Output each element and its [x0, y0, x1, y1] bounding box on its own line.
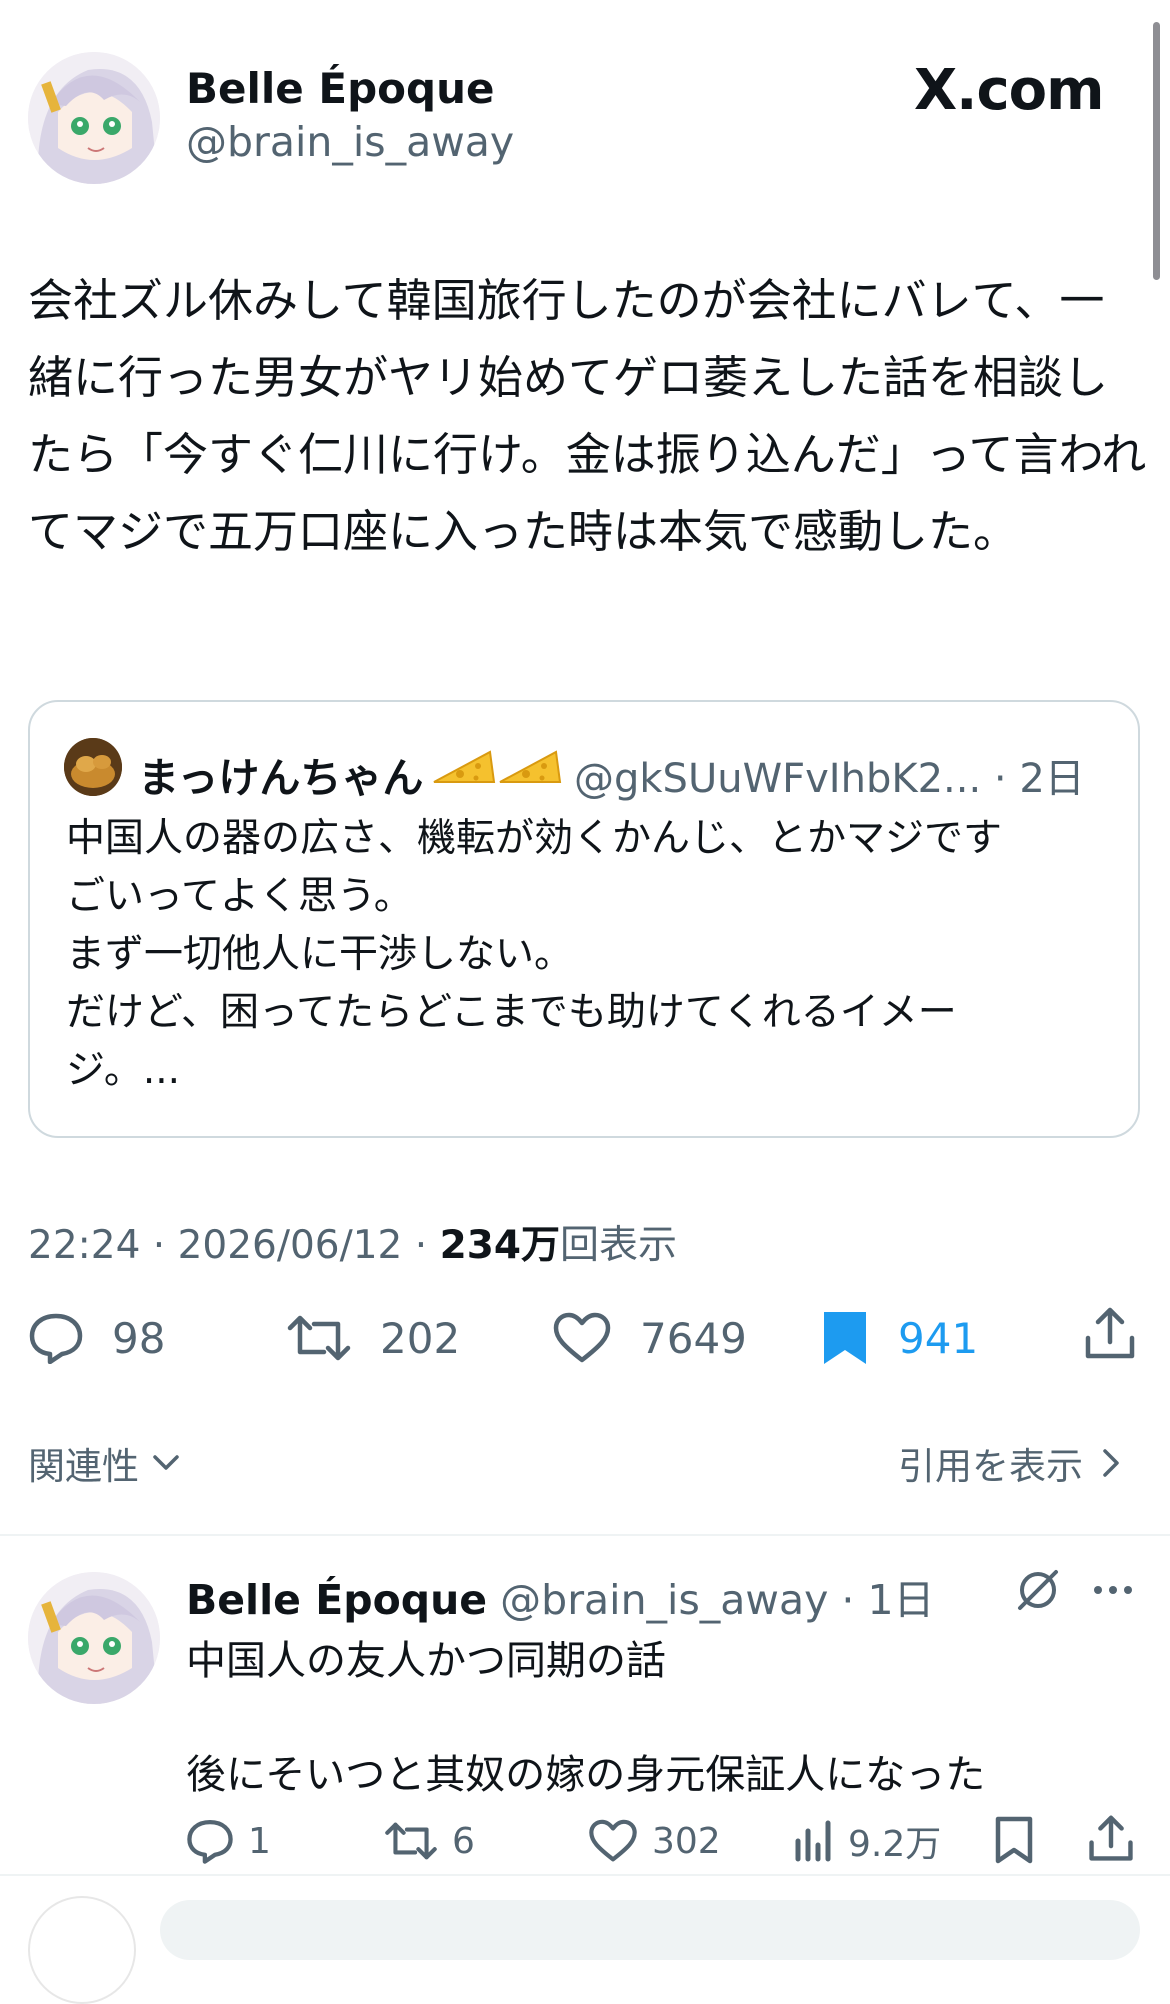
bookmark-button[interactable]: 941	[820, 1308, 978, 1368]
chevron-down-icon	[153, 1455, 179, 1470]
brand-logo: X.com	[914, 58, 1104, 123]
author-name[interactable]: Belle Époque	[186, 64, 494, 113]
reply-like-button[interactable]: 302	[588, 1816, 721, 1866]
reply-repost-button[interactable]: 6	[384, 1816, 475, 1866]
repost-button[interactable]: 202	[286, 1308, 460, 1368]
like-icon	[553, 1312, 611, 1363]
bookmark-icon	[824, 1312, 866, 1364]
reply-reply-count: 1	[248, 1820, 271, 1862]
grok-icon	[1018, 1570, 1058, 1610]
quoted-avatar	[64, 738, 122, 796]
reply-like-count: 302	[652, 1820, 721, 1862]
repost-count: 202	[380, 1313, 461, 1363]
like-icon	[589, 1819, 637, 1862]
sort-dropdown[interactable]: 関連性	[28, 1436, 183, 1490]
view-count: 234万	[439, 1223, 560, 1268]
reply-author-name: Belle Époque	[186, 1576, 488, 1624]
scrollbar[interactable]	[1153, 22, 1160, 280]
sort-label: 関連性	[28, 1445, 139, 1488]
reply-compose-field[interactable]	[160, 1900, 1140, 1960]
author-handle[interactable]: @brain_is_away	[186, 118, 514, 166]
reply-views-button[interactable]: 9.2万	[794, 1816, 941, 1866]
quotes-label: 引用を表示	[898, 1445, 1083, 1488]
like-button[interactable]: 7649	[552, 1308, 747, 1368]
bookmark-icon	[995, 1816, 1033, 1864]
reply-repost-count: 6	[452, 1820, 475, 1862]
reply-icon	[29, 1313, 83, 1364]
cheese-icon	[433, 750, 496, 783]
like-count: 7649	[640, 1313, 747, 1363]
share-icon	[1085, 1307, 1135, 1359]
share-button[interactable]	[1084, 1306, 1136, 1366]
grok-button[interactable]	[1014, 1566, 1062, 1618]
share-icon	[1089, 1815, 1133, 1861]
quoted-handle-time: @gkSUuWFvIhbK2... · 2日	[574, 756, 1085, 802]
reply-count: 98	[112, 1313, 166, 1363]
more-button[interactable]	[1090, 1572, 1136, 1612]
reply-header[interactable]: Belle Époque @brain_is_away · 1日	[186, 1566, 935, 1626]
more-icon	[1094, 1586, 1132, 1594]
reply-text-line2: 後にそいつと其奴の嫁の身元保証人になった	[186, 1752, 986, 1798]
reply-text-line1: 中国人の友人かつ同期の話	[186, 1638, 666, 1684]
divider	[0, 1874, 1170, 1876]
reply-button[interactable]: 98	[28, 1308, 165, 1368]
reply-view-count: 9.2万	[848, 1824, 942, 1865]
views-icon	[795, 1820, 831, 1862]
cheese-emoji	[432, 742, 564, 798]
reply-bookmark-button[interactable]	[994, 1816, 1034, 1868]
reply-handle-time: @brain_is_away · 1日	[500, 1576, 935, 1624]
divider	[0, 1534, 1170, 1536]
repost-icon	[385, 1822, 437, 1860]
timestamp-text: 22:24 · 2026/06/12 ·	[28, 1223, 440, 1268]
reply-share-button[interactable]	[1088, 1814, 1134, 1868]
reply-reply-button[interactable]: 1	[186, 1816, 271, 1866]
post-text: 会社ズル休みして韓国旅行したのが会社にバレて、一緒に行った男女がヤリ始めてゲロ萎…	[28, 274, 1147, 558]
quoted-text: 中国人の器の広さ、機転が効くかんじ、とかマジです ごいってよく思う。 まず一切他…	[66, 816, 1003, 1093]
quoted-author-name: まっけんちゃん	[138, 754, 424, 802]
bookmark-count: 941	[898, 1313, 979, 1363]
reply-author-avatar[interactable]	[28, 1572, 160, 1704]
post-timestamp: 22:24 · 2026/06/12 · 234万回表示	[28, 1214, 677, 1270]
view-quotes-link[interactable]: 引用を表示	[898, 1436, 1127, 1490]
chevron-right-icon	[1103, 1449, 1119, 1477]
reply-icon	[187, 1820, 233, 1864]
author-avatar[interactable]	[28, 52, 160, 184]
compose-avatar	[28, 1896, 136, 2004]
view-label: 回表示	[559, 1223, 677, 1268]
repost-icon	[287, 1315, 351, 1361]
